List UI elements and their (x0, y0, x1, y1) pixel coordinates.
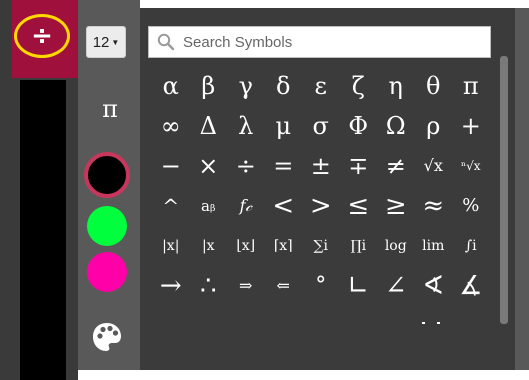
symbol-integral[interactable]: ∫i (452, 239, 490, 253)
symbol-plus[interactable]: + (452, 114, 490, 138)
symbol-divide[interactable]: ÷ (227, 154, 265, 178)
symbol-right-angle[interactable]: ∟ (340, 273, 378, 299)
symbol-absolute[interactable]: |x| (152, 239, 190, 253)
symbol-alpha[interactable]: α (152, 74, 190, 98)
symbol-floor[interactable]: ⌊x⌋ (227, 239, 265, 253)
symbols-panel: 12 ▼ π α (78, 0, 529, 380)
symbols-toggle-button[interactable]: ÷ (14, 14, 70, 58)
scrollbar-thumb[interactable] (500, 56, 508, 324)
symbol-row: ∞ Δ λ μ σ Φ Ω ρ + (152, 106, 492, 146)
symbol-pi[interactable]: π (452, 74, 490, 98)
color-swatch-black[interactable] (84, 152, 130, 198)
editor-area (20, 80, 66, 380)
symbol-grid: α β γ δ ε ζ η θ π ∞ Δ λ μ σ Φ Ω ρ + − × … (152, 66, 492, 324)
symbol-plus-minus[interactable]: ± (302, 154, 340, 178)
symbols-main: α β γ δ ε ζ η θ π ∞ Δ λ μ σ Φ Ω ρ + (140, 8, 515, 374)
symbol-function[interactable]: f𝒸 (227, 198, 265, 214)
divide-icon: ÷ (31, 21, 53, 51)
color-swatch-pink[interactable] (87, 252, 127, 292)
pi-icon: π (102, 95, 118, 123)
symbol-capital-delta[interactable]: Δ (190, 114, 228, 138)
font-size-select[interactable]: 12 ▼ (86, 26, 126, 58)
symbol-product[interactable]: ∏i (340, 239, 378, 253)
symbol-log[interactable]: log (377, 239, 415, 253)
symbol-row: α β γ δ ε ζ η θ π (152, 66, 492, 106)
symbol-omega[interactable]: Ω (377, 114, 415, 138)
symbol-zeta[interactable]: ζ (340, 74, 378, 98)
panel-bottom-edge (78, 370, 529, 380)
symbol-right-arrow[interactable]: → (152, 273, 190, 299)
symbol-ceiling[interactable]: ⌈x⌉ (265, 239, 303, 253)
symbol-row: − × ÷ = ± ∓ ≠ √x ⁿ√x (152, 146, 492, 186)
symbol-delta[interactable]: δ (265, 74, 303, 98)
symbol-less-than[interactable]: < (265, 193, 303, 219)
symbol-approx[interactable]: ≈ (415, 193, 453, 219)
symbol-therefore[interactable]: ∴ (190, 273, 228, 299)
symbol-times[interactable]: × (190, 154, 228, 178)
symbol-theta[interactable]: θ (415, 74, 453, 98)
symbol-sum[interactable]: ∑i (302, 239, 340, 253)
symbol-greater-than[interactable]: > (302, 193, 340, 219)
palette-icon[interactable] (90, 320, 124, 354)
symbol-abs-left[interactable]: |x (190, 239, 228, 253)
caret-down-icon: ▼ (111, 37, 120, 47)
symbol-nth-root[interactable]: ⁿ√x (452, 160, 490, 172)
symbol-epsilon[interactable]: ε (302, 74, 340, 98)
symbol-row: → ∴ ⇒ ⇐ ° ∟ ∠ ∢ ∡ (152, 266, 492, 306)
symbol-subscript[interactable]: aᵦ (190, 198, 228, 214)
symbol-superscript[interactable]: ^ (152, 196, 190, 216)
symbol-minus[interactable]: − (152, 154, 190, 178)
search-box[interactable] (148, 26, 491, 58)
symbol-angle[interactable]: ∠ (377, 273, 415, 299)
symbol-greater-equal[interactable]: ≥ (377, 193, 415, 219)
symbol-gamma[interactable]: γ (227, 74, 265, 98)
symbol-eta[interactable]: η (377, 74, 415, 98)
symbol-fraction[interactable]: % (452, 197, 490, 215)
symbol-less-equal[interactable]: ≤ (340, 193, 378, 219)
symbol-row: ^ aᵦ f𝒸 < > ≤ ≥ ≈ % (152, 186, 492, 226)
font-size-value: 12 (92, 33, 110, 51)
symbol-not-equal[interactable]: ≠ (377, 154, 415, 178)
symbol-lambda[interactable]: λ (227, 114, 265, 138)
symbol-degree[interactable]: ° (302, 275, 340, 297)
search-icon (157, 33, 175, 51)
panel-top-edge (78, 0, 529, 8)
greek-symbols-button[interactable]: π (86, 86, 134, 132)
symbol-infinity[interactable]: ∞ (152, 114, 190, 138)
symbol-square-root[interactable]: √x (415, 158, 453, 174)
color-swatch-green[interactable] (87, 206, 127, 246)
symbol-limit[interactable]: lim (415, 239, 453, 253)
symbol-row-partial (152, 316, 492, 324)
tools-column: 12 ▼ π (78, 0, 140, 380)
search-input[interactable] (181, 32, 485, 52)
symbol-sigma[interactable]: σ (302, 114, 340, 138)
symbol-spherical-angle[interactable]: ∢ (415, 273, 453, 299)
symbol-implied-by[interactable]: ⇐ (265, 278, 303, 294)
symbol-mu[interactable]: μ (265, 114, 303, 138)
symbol-equals[interactable]: = (265, 154, 303, 178)
symbol-minus-plus[interactable]: ∓ (340, 154, 378, 178)
symbol-beta[interactable]: β (190, 74, 228, 98)
symbol-implies[interactable]: ⇒ (227, 278, 265, 294)
symbol-phi[interactable]: Φ (340, 114, 378, 138)
symbol-row: |x| |x ⌊x⌋ ⌈x⌉ ∑i ∏i log lim ∫i (152, 226, 492, 266)
symbol-measured-angle[interactable]: ∡ (452, 273, 490, 299)
symbol-rho[interactable]: ρ (415, 114, 453, 138)
